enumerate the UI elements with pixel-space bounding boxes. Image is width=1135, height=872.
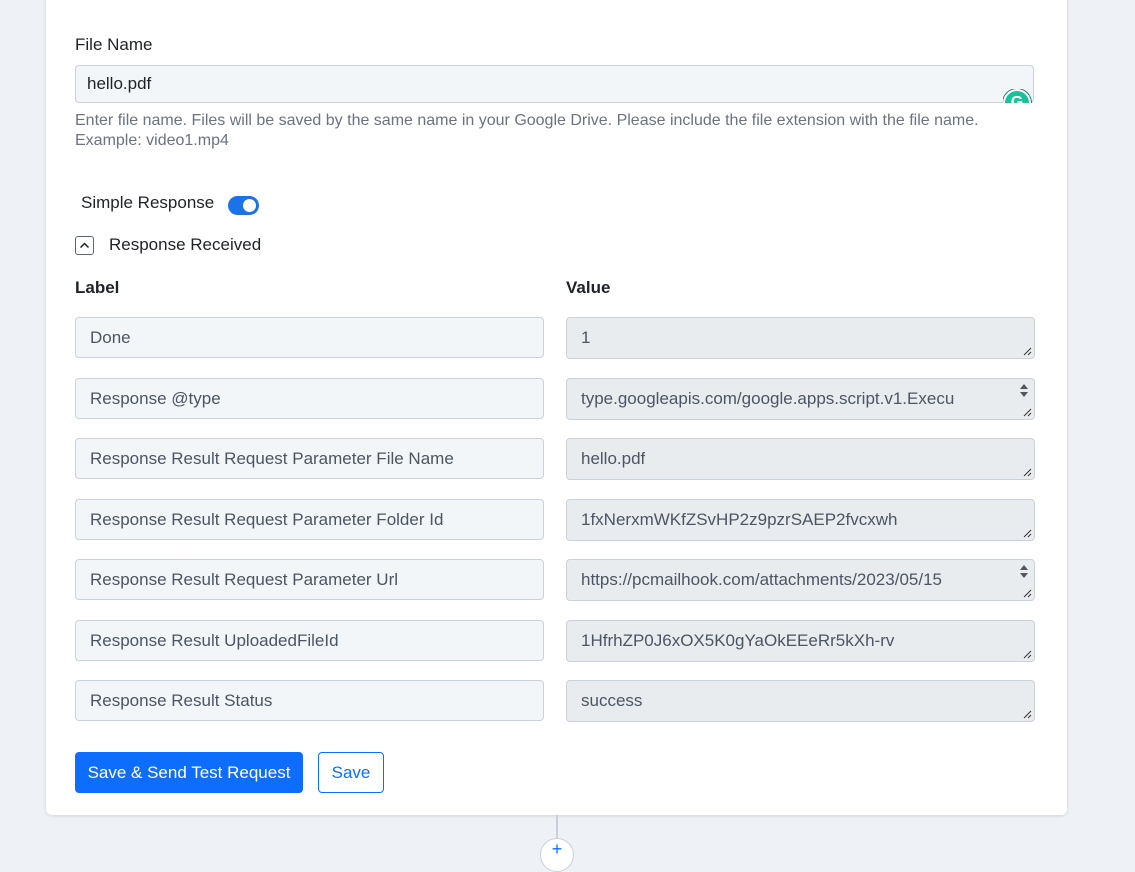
grammarly-icon[interactable]: G [1003,89,1033,103]
label-column-header: Label [75,278,120,297]
response-value-text: type.googleapis.com/google.apps.script.v… [581,389,955,408]
toggle-knob [243,199,256,212]
file-name-label: File Name [75,35,153,54]
resize-grip-icon[interactable] [1022,528,1032,538]
response-label-field[interactable]: Done [75,317,544,358]
response-label-field[interactable]: Response Result UploadedFileId [75,620,544,661]
add-step-button[interactable]: + [540,838,574,872]
response-label-field[interactable]: Response Result Status [75,680,544,721]
response-value-field[interactable]: 1HfrhZP0J6xOX5K0gYaOkEEeRr5kXh-rv [566,620,1035,662]
response-label-field[interactable]: Response Result Request Parameter Url [75,559,544,600]
spinner-arrows-icon[interactable] [1018,382,1030,398]
simple-response-toggle[interactable] [228,196,259,215]
resize-grip-icon[interactable] [1022,709,1032,719]
response-value-text: 1fxNerxmWKfZSvHP2z9pzrSAEP2fvcxwh [581,510,898,529]
resize-grip-icon[interactable] [1022,588,1032,598]
save-send-test-button[interactable]: Save & Send Test Request [75,752,303,793]
response-label-field[interactable]: Response Result Request Parameter File N… [75,438,544,479]
response-value-field[interactable]: type.googleapis.com/google.apps.script.v… [566,378,1035,420]
response-value-text: 1 [581,328,591,347]
response-value-field[interactable]: 1 [566,317,1035,359]
response-value-text: hello.pdf [581,449,646,468]
response-label-field[interactable]: Response Result Request Parameter Folder… [75,499,544,540]
spinner-arrows-icon[interactable] [1018,563,1030,579]
file-name-help: Enter file name. Files will be saved by … [75,112,979,149]
response-value-text: https://pcmailhook.com/attachments/2023/… [581,570,942,589]
value-column-header: Value [566,278,611,297]
resize-grip-icon[interactable] [1022,467,1032,477]
plus-icon: + [551,839,563,859]
response-value-field[interactable]: hello.pdf [566,438,1035,480]
save-button[interactable]: Save [318,752,384,793]
file-name-input[interactable] [75,65,1034,103]
resize-grip-icon[interactable] [1022,407,1032,417]
simple-response-label: Simple Response [81,193,215,212]
response-value-field[interactable]: https://pcmailhook.com/attachments/2023/… [566,559,1035,601]
response-value-field[interactable]: success [566,680,1035,722]
chevron-up-icon[interactable] [75,236,94,255]
resize-grip-icon[interactable] [1022,346,1032,356]
resize-grip-icon[interactable] [1022,649,1032,659]
response-value-field[interactable]: 1fxNerxmWKfZSvHP2z9pzrSAEP2fvcxwh [566,499,1035,541]
response-label-field[interactable]: Response @type [75,378,544,419]
response-received-title: Response Received [109,235,262,254]
response-value-text: 1HfrhZP0J6xOX5K0gYaOkEEeRr5kXh-rv [581,631,895,650]
response-value-text: success [581,691,643,710]
